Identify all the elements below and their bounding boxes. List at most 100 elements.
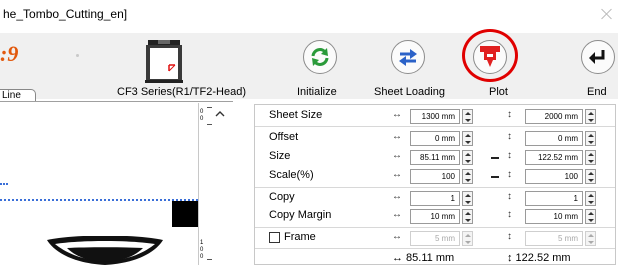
copy-x-stepper[interactable] bbox=[462, 191, 473, 206]
sheet-loading-label: Sheet Loading bbox=[374, 86, 445, 98]
horizontal-arrow-icon: ↔ bbox=[392, 191, 402, 202]
frame-checkbox[interactable] bbox=[269, 232, 280, 243]
vertical-arrow-icon: ↕ bbox=[507, 169, 512, 180]
output-height-text: ↕ 122.52 mm bbox=[507, 252, 571, 264]
size-width-field[interactable]: 85.11 mm bbox=[410, 150, 460, 165]
scale-label: Scale(%) bbox=[269, 169, 314, 181]
frame-row: Frame ↔ 5 mm ↕ 5 mm bbox=[255, 229, 615, 248]
cutting-machine-icon[interactable] bbox=[145, 40, 183, 84]
sheet-size-label: Sheet Size bbox=[269, 109, 323, 121]
plot-settings-panel: Sheet Size ↔ 1300 mm ↕ 2000 mm Offset ↔ … bbox=[254, 104, 616, 265]
copy-row: Copy ↔ 1 ↕ 1 bbox=[255, 189, 615, 208]
tab-line-label: Line bbox=[2, 90, 21, 101]
end-button[interactable] bbox=[581, 40, 615, 74]
copy-margin-y-field[interactable]: 10 mm bbox=[525, 209, 583, 224]
frame-x-stepper[interactable] bbox=[462, 231, 473, 246]
ruler-tick bbox=[207, 107, 212, 108]
copy-y-stepper[interactable] bbox=[585, 191, 596, 206]
scale-y-field[interactable]: 100 bbox=[525, 169, 583, 184]
copy-margin-row: Copy Margin ↔ 10 mm ↕ 10 mm bbox=[255, 207, 615, 226]
ruler-tick bbox=[207, 124, 212, 125]
output-width-text: ↔ 85.11 mm bbox=[392, 252, 455, 264]
copy-margin-x-field[interactable]: 10 mm bbox=[410, 209, 460, 224]
vertical-arrow-icon: ↕ bbox=[507, 231, 512, 242]
swap-arrows-icon bbox=[399, 49, 417, 66]
guide-line bbox=[0, 199, 198, 201]
plot-label: Plot bbox=[489, 86, 508, 98]
summary-row: ↔ 85.11 mm ↕ 122.52 mm bbox=[255, 249, 615, 268]
ruler-label: 1 bbox=[200, 240, 204, 246]
vertical-arrow-icon: ↕ bbox=[507, 150, 512, 161]
horizontal-arrow-icon: ↔ bbox=[392, 150, 402, 161]
copy-margin-y-stepper[interactable] bbox=[585, 209, 596, 224]
vertical-arrow-icon: ↕ bbox=[507, 131, 512, 142]
initialize-button[interactable] bbox=[303, 40, 337, 74]
divider bbox=[255, 227, 615, 228]
guide-line bbox=[0, 183, 8, 185]
vertical-arrow-icon: ↕ bbox=[507, 109, 512, 120]
cut-shape-outline bbox=[47, 236, 163, 265]
end-label: End bbox=[587, 86, 607, 98]
size-label: Size bbox=[269, 150, 291, 162]
logo-dot bbox=[76, 54, 79, 57]
tab-line[interactable]: Line bbox=[0, 89, 36, 101]
divider bbox=[255, 187, 615, 188]
copy-x-field[interactable]: 1 bbox=[410, 191, 460, 206]
frame-x-field[interactable]: 5 mm bbox=[410, 231, 460, 246]
aspect-link-icon[interactable] bbox=[491, 157, 499, 159]
sheet-height-stepper[interactable] bbox=[585, 109, 596, 124]
scale-row: Scale(%) ↔ 100 ↕ 100 bbox=[255, 167, 615, 186]
chevron-up-icon[interactable] bbox=[215, 110, 225, 118]
frame-label: Frame bbox=[284, 231, 316, 243]
initialize-label: Initialize bbox=[297, 86, 337, 98]
horizontal-arrow-icon: ↔ bbox=[392, 209, 402, 220]
size-width-stepper[interactable] bbox=[462, 150, 473, 165]
machine-model-label: CF3 Series(R1/TF2-Head) bbox=[117, 86, 246, 98]
ruler-tick bbox=[207, 259, 212, 260]
return-arrow-icon bbox=[589, 50, 605, 64]
horizontal-arrow-icon: ↔ bbox=[392, 131, 402, 142]
vertical-arrow-icon: ↕ bbox=[507, 209, 512, 220]
vertical-ruler: 0 0 1 0 0 bbox=[198, 103, 212, 265]
ruler-label: 0 bbox=[200, 109, 204, 115]
close-icon[interactable] bbox=[601, 8, 613, 20]
app-logo: :9 bbox=[0, 41, 19, 66]
horizontal-arrow-icon: ↔ bbox=[392, 109, 402, 120]
size-height-stepper[interactable] bbox=[585, 150, 596, 165]
offset-y-field[interactable]: 0 mm bbox=[525, 131, 583, 146]
size-row: Size ↔ 85.11 mm ↕ 122.52 mm bbox=[255, 148, 615, 167]
copy-margin-label: Copy Margin bbox=[269, 209, 332, 221]
sheet-width-stepper[interactable] bbox=[462, 109, 473, 124]
highlight-ring bbox=[462, 29, 518, 82]
offset-x-field[interactable]: 0 mm bbox=[410, 131, 460, 146]
refresh-icon bbox=[311, 48, 329, 66]
copy-y-field[interactable]: 1 bbox=[525, 191, 583, 206]
ruler-label: 0 bbox=[200, 254, 204, 260]
divider bbox=[255, 126, 615, 127]
offset-label: Offset bbox=[269, 131, 299, 143]
scale-x-field[interactable]: 100 bbox=[410, 169, 460, 184]
offset-row: Offset ↔ 0 mm ↕ 0 mm bbox=[255, 129, 615, 148]
sheet-width-field[interactable]: 1300 mm bbox=[410, 109, 460, 124]
aspect-link-icon[interactable] bbox=[491, 176, 499, 178]
ruler-label: 0 bbox=[200, 116, 204, 122]
ruler-label: 0 bbox=[200, 247, 204, 253]
horizontal-arrow-icon: ↔ bbox=[392, 169, 402, 180]
title-bar: he_Tombo_Cutting_en] bbox=[0, 0, 618, 33]
frame-y-stepper[interactable] bbox=[585, 231, 596, 246]
sheet-height-field[interactable]: 2000 mm bbox=[525, 109, 583, 124]
copy-label: Copy bbox=[269, 191, 295, 203]
copy-margin-x-stepper[interactable] bbox=[462, 209, 473, 224]
sheet-size-row: Sheet Size ↔ 1300 mm ↕ 2000 mm bbox=[255, 107, 615, 126]
size-height-field[interactable]: 122.52 mm bbox=[525, 150, 583, 165]
registration-mark bbox=[172, 201, 198, 227]
offset-y-stepper[interactable] bbox=[585, 131, 596, 146]
window-title: he_Tombo_Cutting_en] bbox=[3, 7, 128, 21]
sheet-loading-button[interactable] bbox=[391, 40, 425, 74]
horizontal-arrow-icon: ↔ bbox=[392, 231, 402, 242]
frame-y-field[interactable]: 5 mm bbox=[525, 231, 583, 246]
scale-x-stepper[interactable] bbox=[462, 169, 473, 184]
vertical-arrow-icon: ↕ bbox=[507, 191, 512, 202]
scale-y-stepper[interactable] bbox=[585, 169, 596, 184]
offset-x-stepper[interactable] bbox=[462, 131, 473, 146]
